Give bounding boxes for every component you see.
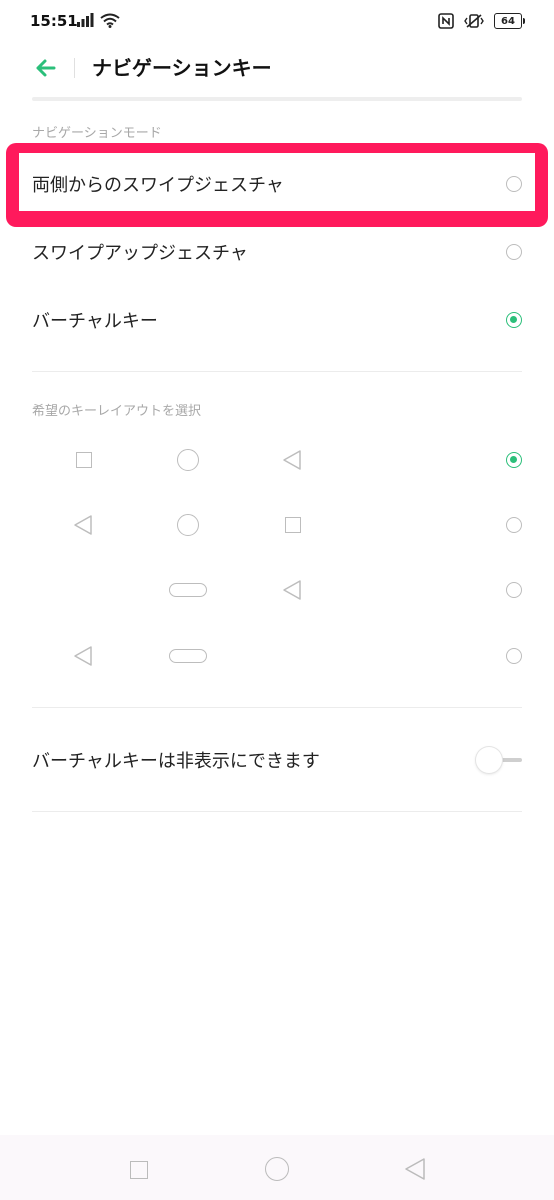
- hide-virtual-keys-row[interactable]: バーチャルキーは非表示にできます: [0, 730, 554, 790]
- pill-icon: [169, 583, 207, 597]
- toggle-knob: [476, 747, 502, 773]
- status-left-icons: [76, 13, 120, 28]
- nav-mode-option-virtual-keys[interactable]: バーチャルキー: [0, 290, 554, 350]
- back-triangle-icon: [283, 580, 301, 600]
- radio-button[interactable]: [506, 517, 522, 533]
- key-layout-option-1[interactable]: [0, 430, 554, 490]
- key-layout-option-4[interactable]: [0, 626, 554, 686]
- radio-button[interactable]: [506, 648, 522, 664]
- square-icon: [76, 452, 92, 468]
- back-triangle-icon: [74, 646, 92, 666]
- header-divider: [74, 58, 75, 78]
- back-triangle-icon: [74, 515, 92, 535]
- radio-button[interactable]: [506, 244, 522, 260]
- battery-icon: 64: [494, 13, 525, 29]
- hide-virtual-keys-label: バーチャルキーは非表示にできます: [32, 751, 320, 772]
- section-divider: [32, 371, 522, 372]
- radio-button[interactable]: [506, 582, 522, 598]
- navigation-mode-label: ナビゲーションモード: [32, 126, 162, 141]
- home-button[interactable]: [265, 1157, 289, 1181]
- battery-level: 64: [501, 15, 515, 27]
- app-header: ナビゲーションキー: [0, 46, 554, 96]
- radio-button-checked[interactable]: [506, 452, 522, 468]
- section-divider: [32, 707, 522, 708]
- radio-button-checked[interactable]: [506, 312, 522, 328]
- key-layout-option-2[interactable]: [0, 495, 554, 555]
- status-right-icons: 64: [438, 13, 525, 29]
- system-nav-bar: [0, 1135, 554, 1200]
- recent-apps-button[interactable]: [130, 1161, 148, 1179]
- nav-mode-option-label: バーチャルキー: [32, 311, 158, 332]
- page-title: ナビゲーションキー: [92, 56, 272, 80]
- toggle-track: [500, 758, 522, 762]
- nav-mode-option-label: 両側からのスワイプジェスチャ: [32, 175, 284, 196]
- status-time: 15:51: [30, 12, 78, 30]
- key-layout-option-3[interactable]: [0, 560, 554, 620]
- nav-mode-option-swipe-up[interactable]: スワイプアップジェスチャ: [0, 222, 554, 282]
- scroll-indicator: [32, 97, 522, 101]
- back-triangle-icon: [283, 450, 301, 470]
- circle-icon: [177, 514, 199, 536]
- nfc-icon: [438, 13, 454, 29]
- wifi-icon: [100, 13, 120, 28]
- radio-button[interactable]: [506, 176, 522, 192]
- section-divider: [32, 811, 522, 812]
- status-bar: 15:51 64: [0, 0, 554, 46]
- back-button[interactable]: [403, 1157, 427, 1181]
- square-icon: [285, 517, 301, 533]
- signal-icon: [77, 13, 94, 27]
- key-layout-label: 希望のキーレイアウトを選択: [32, 404, 202, 419]
- nav-mode-option-label: スワイプアップジェスチャ: [32, 243, 248, 264]
- circle-icon: [177, 449, 199, 471]
- nav-mode-option-swipe-both-sides[interactable]: 両側からのスワイプジェスチャ: [0, 154, 554, 214]
- vibrate-icon: [464, 14, 484, 28]
- hide-virtual-keys-toggle[interactable]: [474, 745, 522, 775]
- back-arrow-icon[interactable]: [32, 54, 60, 82]
- pill-icon: [169, 649, 207, 663]
